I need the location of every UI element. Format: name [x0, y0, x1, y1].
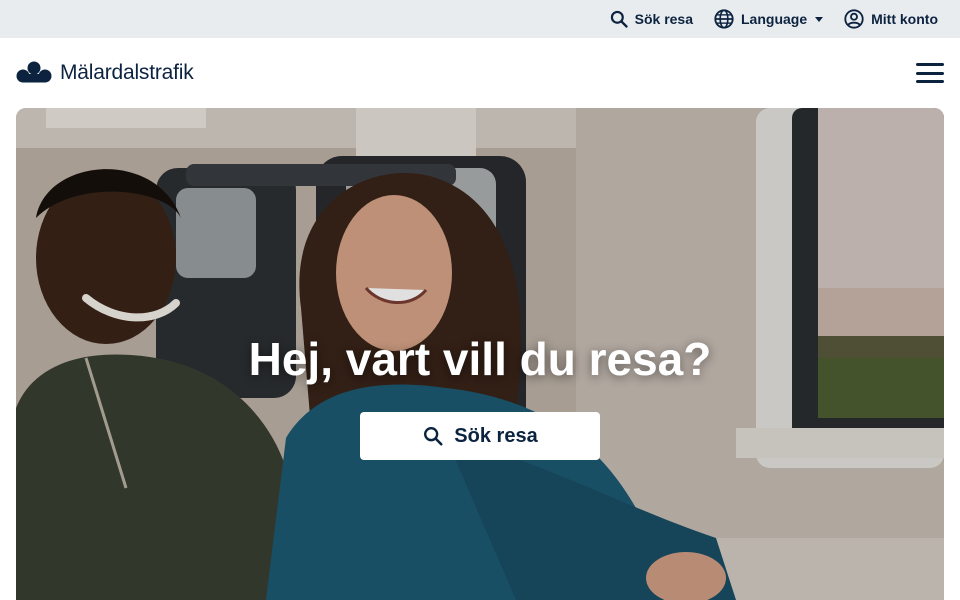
site-logo[interactable]: Mälardalstrafik [16, 61, 194, 85]
hero-title: Hej, vart vill du resa? [248, 333, 712, 385]
logo-text: Mälardalstrafik [60, 61, 194, 84]
logo-mark-icon [16, 61, 52, 83]
language-dropdown[interactable]: Language [713, 8, 824, 30]
user-circle-icon [844, 9, 864, 29]
search-icon [424, 427, 443, 446]
search-icon [610, 10, 628, 28]
account-link[interactable]: Mitt konto [843, 8, 938, 30]
hero-search-button[interactable]: Sök resa [360, 412, 600, 460]
language-label: Language [741, 11, 808, 27]
hero-search-label: Sök resa [454, 424, 538, 447]
globe-icon [714, 9, 734, 29]
utility-search-label: Sök resa [634, 11, 693, 27]
chevron-down-icon [815, 16, 824, 22]
account-label: Mitt konto [871, 11, 938, 27]
hamburger-menu-icon[interactable] [916, 63, 944, 83]
hero-banner: Hej, vart vill du resa? Sök resa [16, 108, 944, 600]
utility-search-link[interactable]: Sök resa [609, 9, 693, 29]
utility-bar: Sök resa Language Mitt konto [0, 0, 960, 38]
site-header: Mälardalstrafik [0, 38, 960, 108]
